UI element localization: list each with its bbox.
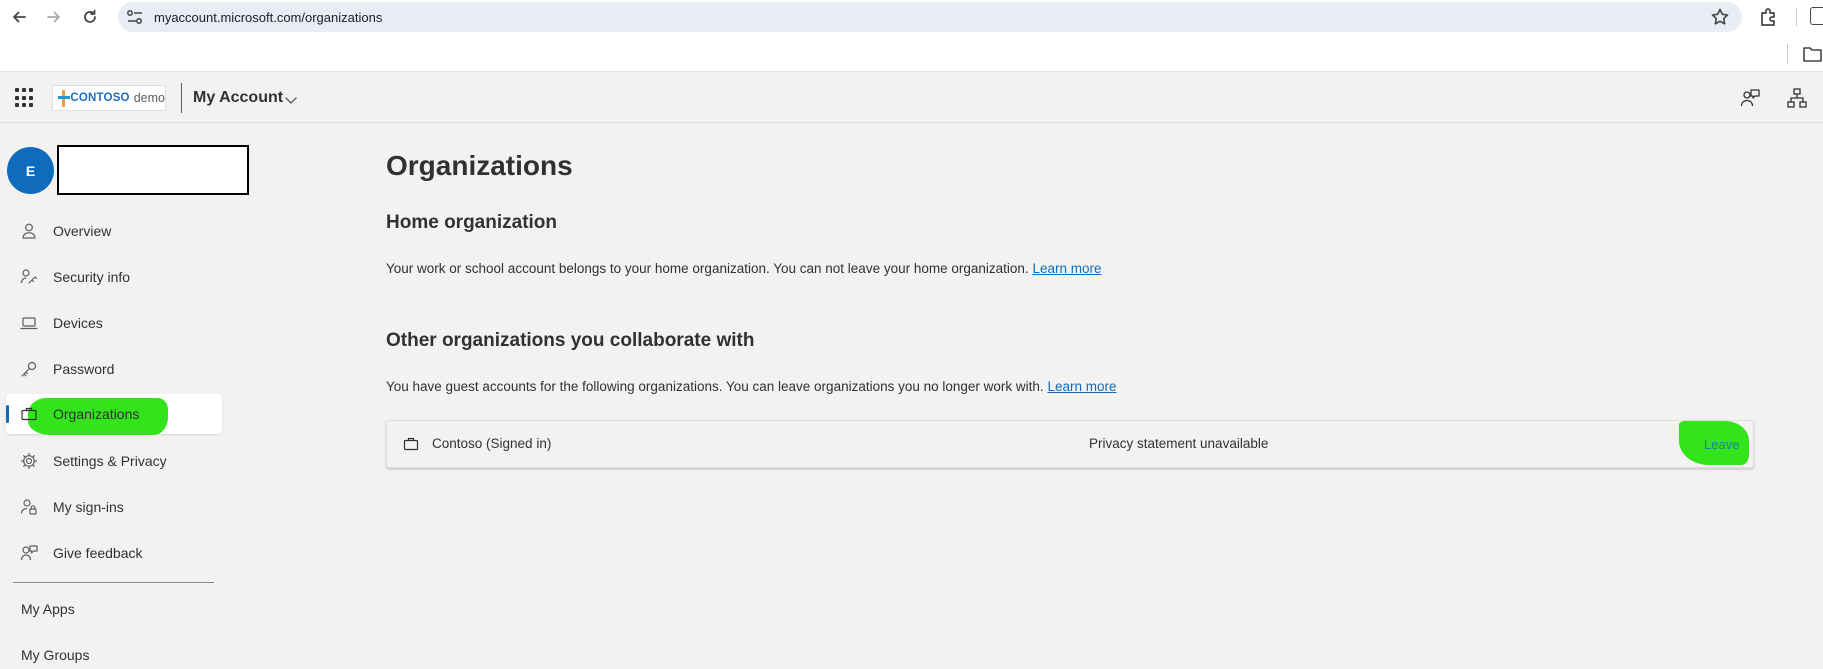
my-apps-link[interactable]: My Apps [21,601,75,617]
sidebar-item-security-info[interactable]: Security info [6,257,222,297]
company-logo[interactable]: CONTOSO demo [52,85,166,111]
learn-more-link[interactable]: Learn more [1032,261,1101,276]
sidebar-item-give-feedback[interactable]: Give feedback [6,533,222,573]
sidebar-item-password[interactable]: Password [6,349,222,389]
browser-toolbar: myaccount.microsoft.com/organizations [0,0,1823,34]
sidebar-item-label: My sign-ins [53,499,124,515]
sidebar-item-label: Devices [53,315,103,331]
other-organizations-description: You have guest accounts for the followin… [386,379,1117,394]
sidebar-item-label: Settings & Privacy [53,453,167,469]
home-organization-heading: Home organization [386,212,558,233]
laptop-icon [20,317,38,330]
page-title: Organizations [386,150,573,181]
app-launcher-icon[interactable] [15,88,35,108]
sidebar-item-devices[interactable]: Devices [6,303,222,343]
sidebar-item-label: Give feedback [53,545,143,561]
side-panel-icon[interactable] [1810,7,1823,25]
org-chart-icon[interactable] [1786,87,1808,109]
briefcase-icon [403,437,419,451]
arrow-left-icon [13,11,26,23]
sidebar-item-my-sign-ins[interactable]: My sign-ins [6,487,222,527]
url-text[interactable]: myaccount.microsoft.com/organizations [154,10,382,25]
feedback-icon [20,545,38,561]
feedback-person-icon[interactable] [1739,87,1761,109]
chevron-down-icon[interactable] [284,93,298,107]
privacy-statement: Privacy statement unavailable [1089,436,1269,451]
app-title[interactable]: My Account [193,89,283,107]
reload-icon [84,9,96,23]
sidebar-item-label: Organizations [53,406,140,422]
organization-name: Contoso (Signed in) [432,436,552,451]
arrow-right-icon [47,11,60,23]
bookmarks-bar [0,34,1823,72]
home-organization-text: Your work or school account belongs to y… [386,261,1029,276]
learn-more-link[interactable]: Learn more [1047,379,1116,394]
sidebar-item-label: Overview [53,223,112,239]
extensions-icon[interactable] [1758,6,1780,28]
person-lock-icon [20,499,37,515]
contoso-logo-icon [58,89,70,107]
briefcase-icon [21,407,37,421]
key-icon [21,361,37,377]
user-name-redacted [57,145,249,195]
sidebar-item-label: Security info [53,269,131,285]
logo-suffix: demo [133,91,165,105]
organization-row: Contoso (Signed in) Privacy statement un… [386,420,1754,468]
my-groups-link[interactable]: My Groups [21,647,89,663]
reload-button[interactable] [77,5,103,29]
key-person-icon [20,269,38,284]
other-organizations-heading: Other organizations you collaborate with [386,330,755,351]
logo-brand: CONTOSO [70,92,130,104]
selected-indicator [6,405,9,423]
forward-button[interactable] [41,5,67,29]
sidebar-item-organizations[interactable]: Organizations [6,394,222,435]
person-icon [22,223,36,239]
back-button[interactable] [6,5,32,29]
address-bar[interactable]: myaccount.microsoft.com/organizations [118,2,1742,32]
home-organization-description: Your work or school account belongs to y… [386,261,1101,276]
avatar[interactable]: E [7,147,54,194]
folder-icon[interactable] [1802,45,1823,63]
leave-button[interactable]: Leave [1704,437,1739,452]
sidebar-item-settings-privacy[interactable]: Settings & Privacy [6,441,222,481]
toolbar-divider [1796,8,1797,26]
bookmarks-divider [1787,44,1788,64]
app-header: CONTOSO demo My Account [0,73,1823,123]
gear-icon [20,452,38,470]
sidebar-divider [13,582,214,583]
sidebar-item-overview[interactable]: Overview [6,211,222,251]
bookmark-star-icon[interactable] [1710,7,1730,27]
sidebar-item-label: Password [53,361,115,377]
site-info-icon[interactable] [126,9,144,25]
other-organizations-text: You have guest accounts for the followin… [386,379,1044,394]
header-divider [181,83,182,113]
